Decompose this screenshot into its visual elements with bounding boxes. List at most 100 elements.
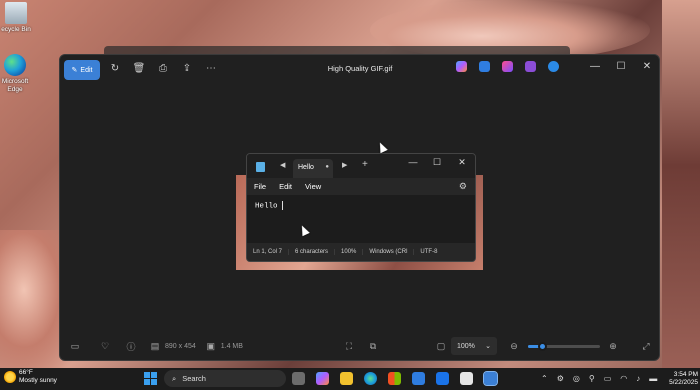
menu-view[interactable]: View	[305, 182, 321, 191]
notepad-icon	[256, 162, 265, 172]
text-caret	[281, 201, 283, 210]
desktop-icon-label: ecycle Bin	[1, 26, 31, 33]
notepad-taskbar-icon[interactable]	[460, 372, 473, 385]
search-placeholder: Search	[182, 374, 206, 383]
rotate-icon[interactable]: ↻	[108, 61, 122, 75]
status-zoom: 100%	[335, 249, 364, 255]
filmstrip-icon[interactable]: ▭	[68, 341, 82, 352]
chevron-down-icon: ⌄	[485, 343, 491, 350]
crop-icon[interactable]: ⛶	[342, 341, 356, 352]
clock[interactable]: 3:54 PM 5/22/2025	[664, 371, 698, 387]
search-icon: ⌕	[172, 373, 177, 383]
maximize-icon[interactable]: ☐	[431, 157, 443, 168]
photos-title: High Quality GIF.gif	[327, 64, 393, 73]
image-dimensions: 890 x 454	[165, 343, 196, 350]
info-icon[interactable]: ⓘ	[124, 340, 138, 353]
recycle-bin-icon	[5, 2, 27, 24]
start-button[interactable]	[144, 372, 157, 385]
outlook-icon[interactable]	[436, 372, 449, 385]
paint-icon[interactable]	[479, 61, 490, 72]
edit-button[interactable]: ✎ Edit	[64, 60, 100, 80]
editor-text: Hello	[255, 202, 278, 211]
new-tab-icon[interactable]: +	[362, 159, 368, 170]
notepad-tab[interactable]: Hello ●	[293, 159, 333, 178]
chevron-up-icon[interactable]: ⌃	[541, 374, 548, 383]
menu-file[interactable]: File	[254, 182, 266, 191]
fullscreen-icon[interactable]: ⤢	[639, 341, 653, 352]
display-icon[interactable]: ▭	[604, 374, 612, 383]
dimensions-icon: ▤	[150, 341, 160, 351]
notepad-menubar: File Edit View ⚙	[247, 178, 475, 195]
status-line-ending: Windows (CRl	[363, 249, 415, 255]
desktop-icon-label: Microsoft Edge	[1, 78, 29, 93]
zoom-in-icon[interactable]: ⊕	[606, 341, 620, 352]
edge-icon	[4, 54, 26, 76]
clipchamp-icon[interactable]	[525, 61, 536, 72]
paint-icon[interactable]	[412, 372, 425, 385]
fit-icon[interactable]: ▢	[434, 341, 448, 352]
tab-close-icon[interactable]: ●	[325, 164, 329, 170]
clock-time: 3:54 PM	[673, 371, 698, 378]
taskbar: 66°F Mostly sunny ⌕ Search ⌃ ⚙ ◎ ⚲ ▭ ◠ ♪…	[0, 368, 700, 390]
weather-desc: Mostly sunny	[19, 377, 57, 384]
more-icon[interactable]: ⋯	[204, 61, 218, 75]
share-icon[interactable]: ⇪	[180, 61, 194, 75]
photos-toolbar: ✎ Edit ↻ 🗑 ⎙ ⇪ ⋯ High Quality GIF.gif — …	[60, 55, 659, 81]
task-view-icon[interactable]	[292, 372, 305, 385]
volume-icon[interactable]: ♪	[636, 374, 640, 383]
desktop-icon-edge[interactable]: Microsoft Edge	[0, 54, 30, 94]
search-box[interactable]: ⌕ Search	[164, 370, 286, 387]
menu-edit[interactable]: Edit	[279, 182, 292, 191]
photos-bottom-bar: ▭ ♡ ⓘ ▤ 890 x 454 ▣ 1.4 MB ⛶ ⧉ ▢ 100% ⌄ …	[60, 333, 659, 360]
tab-label: Hello	[298, 164, 314, 171]
wifi-icon[interactable]: ◠	[620, 374, 627, 383]
close-icon[interactable]: ✕	[456, 157, 468, 168]
zoom-select[interactable]: 100% ⌄	[451, 337, 497, 355]
onedrive-icon[interactable]	[548, 61, 559, 72]
network-icon[interactable]: ⚙	[557, 374, 564, 383]
clock-date: 5/22/2025	[669, 379, 698, 386]
file-explorer-icon[interactable]	[340, 372, 353, 385]
file-size: 1.4 MB	[220, 343, 243, 350]
edge-icon[interactable]	[364, 372, 377, 385]
copilot-icon[interactable]	[316, 372, 329, 385]
system-tray: ⌃ ⚙ ◎ ⚲ ▭ ◠ ♪ ▬	[541, 374, 657, 383]
close-icon[interactable]: ✕	[640, 61, 654, 72]
maximize-icon[interactable]: ☐	[614, 61, 628, 72]
desktop-icon-recycle-bin[interactable]: ecycle Bin	[0, 2, 32, 34]
delete-icon[interactable]: 🗑	[132, 61, 146, 75]
print-icon[interactable]: ⎙	[156, 61, 170, 75]
notepad-editor[interactable]: Hello	[247, 195, 475, 243]
zoom-slider-thumb[interactable]	[538, 342, 548, 351]
microphone-icon[interactable]: ⚲	[589, 374, 595, 383]
notepad-statusbar: Ln 1, Col 7 6 characters 100% Windows (C…	[247, 243, 475, 261]
weather-widget[interactable]: 66°F Mostly sunny	[4, 369, 57, 385]
minimize-icon[interactable]: —	[407, 157, 419, 167]
notepad-tabbar: ◀ Hello ● ▶ + — ☐ ✕	[247, 154, 475, 178]
zoom-out-icon[interactable]: ⊖	[507, 341, 521, 352]
wallpaper-edge	[662, 0, 700, 368]
battery-icon[interactable]: ▬	[649, 374, 657, 383]
tab-scroll-right-icon[interactable]: ▶	[342, 161, 347, 169]
vpn-icon[interactable]: ◎	[573, 374, 580, 383]
favorite-icon[interactable]: ♡	[98, 341, 112, 352]
edit-label: Edit	[80, 66, 93, 74]
app-shortcuts	[456, 61, 559, 72]
photos-taskbar-icon[interactable]	[483, 371, 498, 386]
zoom-slider[interactable]	[528, 342, 600, 351]
windows-logo-icon	[144, 372, 150, 378]
tab-scroll-left-icon[interactable]: ◀	[280, 161, 285, 169]
gear-icon[interactable]: ⚙	[459, 181, 467, 192]
status-position: Ln 1, Col 7	[247, 249, 290, 255]
sun-icon	[4, 371, 16, 383]
minimize-icon[interactable]: —	[588, 61, 602, 72]
copilot-icon[interactable]	[456, 61, 467, 72]
store-icon[interactable]	[388, 372, 401, 385]
taskbar-apps	[292, 371, 498, 386]
weather-temp: 66°F	[19, 369, 33, 376]
compare-icon[interactable]: ⧉	[366, 341, 380, 352]
designer-icon[interactable]	[502, 61, 513, 72]
zoom-value: 100%	[457, 342, 475, 350]
file-size-icon: ▣	[206, 341, 215, 351]
status-encoding: UTF-8	[420, 249, 438, 255]
